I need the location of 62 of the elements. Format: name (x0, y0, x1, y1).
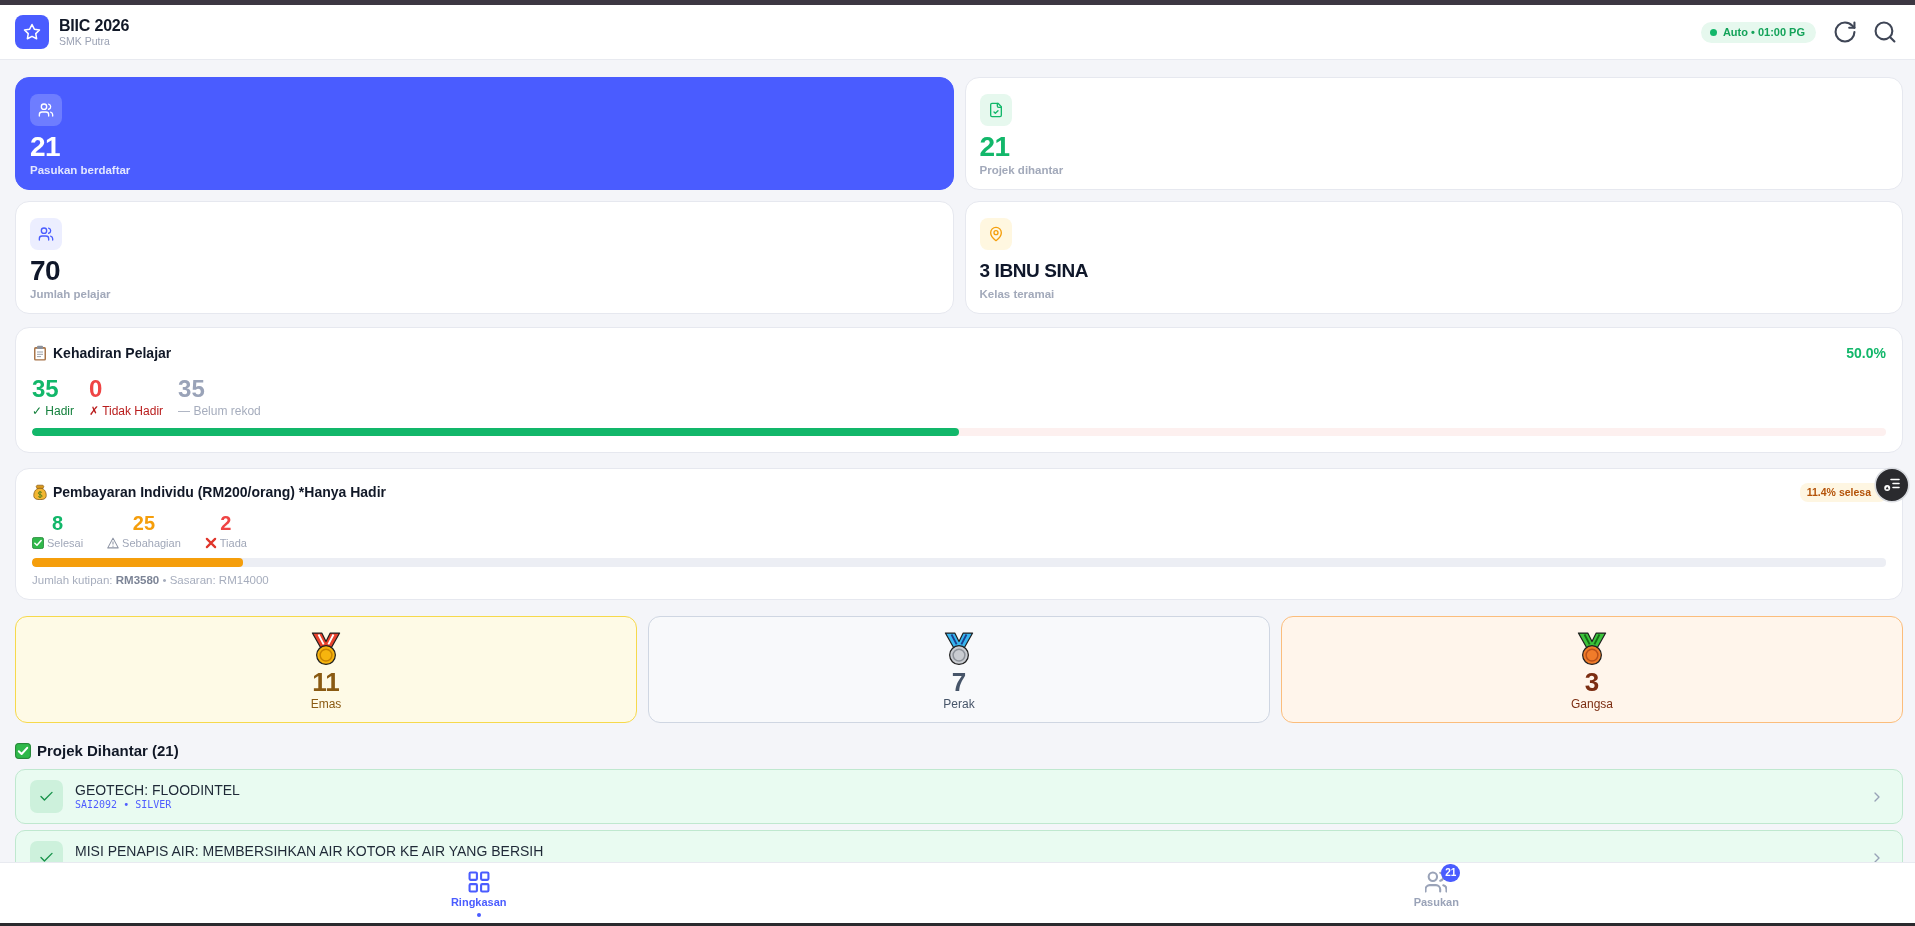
project-code: SAI2092 • SILVER (75, 797, 173, 812)
summary-text: Jumlah kutipan: RM3580 • Sasaran: RM14000 (32, 573, 270, 588)
medal-label: Perak (943, 697, 975, 712)
app-title: BIIC 2026 (59, 16, 130, 35)
map-pin-icon (979, 218, 1012, 250)
stat-label: Projek dihantar (979, 163, 1064, 178)
stat-value: 21 (979, 131, 1010, 163)
medal-icon (311, 632, 341, 666)
status-text: Auto • 01:00 PG (1722, 25, 1805, 39)
count-value: 35 (178, 375, 205, 403)
stat-label: Pasukan berdaftar (30, 163, 131, 178)
file-check-icon (979, 94, 1012, 126)
count-value: 2 (220, 511, 232, 535)
medal-icon (944, 632, 974, 666)
percent-value: 50.0% (1846, 344, 1886, 362)
stat-label: Jumlah pelajar (30, 287, 111, 302)
medal-label: Emas (310, 697, 342, 712)
stat-value: 21 (30, 131, 61, 163)
project-item[interactable]: MISI PENAPIS AIR: MEMBERSIHKAN AIR KOTOR KE AIR YANG BERSIH (15, 830, 1903, 862)
count-value: 0 (89, 375, 103, 403)
count-value: 8 (51, 511, 64, 535)
project-title: MISI PENAPIS AIR: MEMBERSIHKAN AIR KOTOR KE AIR YANG BERSIH (75, 842, 545, 859)
stat-label: Kelas teramai (979, 287, 1055, 302)
count-label: Sebahagian (122, 536, 181, 550)
warning-icon (107, 537, 120, 549)
check-icon (30, 780, 63, 813)
money-bag-icon (32, 484, 48, 500)
cross-icon (204, 537, 217, 549)
medal-icon (1577, 632, 1607, 666)
card-title: Kehadiran Pelajar (53, 344, 172, 362)
project-item[interactable]: GEOTECH: FLOODINTEL SAI2092 • SILVER (15, 769, 1903, 824)
card-title: Pembayaran Individu (RM200/orang) *Hanya Hadir (53, 483, 386, 501)
grid-icon (467, 871, 490, 893)
count-label: ✓ Hadir (32, 403, 74, 419)
check-square-icon (15, 743, 31, 759)
app-subtitle: SMK Putra (59, 34, 111, 48)
medal-label: Gangsa (1571, 697, 1613, 712)
count-label: Selesai (47, 536, 84, 550)
project-title: GEOTECH: FLOODINTEL (75, 781, 241, 798)
medal-count: 7 (951, 667, 967, 697)
nav-tab[interactable]: Ringkasan (446, 863, 511, 917)
section-title: Projek Dihantar (21) (37, 742, 179, 760)
medal-count: 3 (1584, 667, 1600, 697)
count-label: ✗ Tidak Hadir (89, 403, 164, 419)
count-badge: 21 (1441, 864, 1461, 882)
count-value: 35 (32, 375, 59, 403)
users-icon (30, 94, 62, 126)
count-value: 25 (132, 511, 156, 535)
users-icon (30, 218, 62, 250)
check-square-icon (32, 537, 44, 549)
star-logo-icon (15, 15, 49, 49)
clipboard-icon (32, 345, 48, 361)
medal-count: 11 (312, 667, 340, 697)
nav-tab[interactable]: 21 Pasukan (1409, 863, 1463, 910)
stat-value: 3 IBNU SINA (979, 259, 1089, 283)
count-label: — Belum rekod (178, 403, 261, 419)
count-label: Tiada (219, 536, 247, 550)
floating-action-button[interactable] (1874, 467, 1910, 503)
search-icon[interactable] (1874, 21, 1896, 43)
active-dot-icon (476, 913, 481, 917)
refresh-icon[interactable] (1834, 21, 1856, 43)
stat-value: 70 (30, 255, 61, 287)
